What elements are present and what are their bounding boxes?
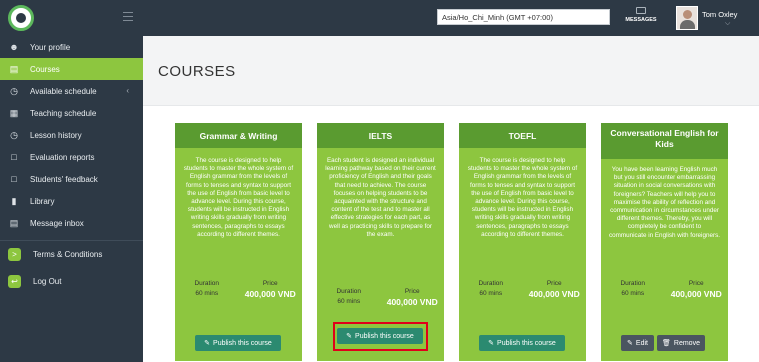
timezone-select[interactable]: Asia/Ho_Chi_Minh (GMT +07:00)	[437, 9, 610, 25]
sidebar-item-label: Courses	[30, 64, 60, 74]
price-label: Price	[404, 288, 420, 295]
button-label: Remove	[673, 339, 700, 347]
inbox-icon: ▤	[9, 217, 19, 228]
duration-label: Duration	[336, 288, 362, 295]
sidebar-item-logout[interactable]: ↩ Log Out	[0, 268, 143, 295]
sidebar-item-label: Evaluation reports	[30, 152, 95, 162]
duration-value: 60 mins	[337, 298, 361, 305]
sidebar-item-label: Library	[30, 196, 55, 206]
course-title: Conversational English for Kids	[601, 123, 728, 159]
logout-icon: ↩	[8, 275, 21, 288]
course-description: The course is designed to help students …	[183, 157, 294, 238]
course-meta: Duration 60 mins Price 400,000 VND	[459, 280, 586, 330]
sidebar-item-students-feedback[interactable]: □ Students' feedback	[0, 168, 143, 190]
duration-value: 60 mins	[195, 290, 219, 297]
duration-label: Duration	[478, 280, 504, 287]
clock-icon: ◷	[10, 85, 18, 96]
pencil-icon: ✎	[627, 340, 633, 347]
sidebar-item-your-profile[interactable]: ☻ Your profile	[0, 36, 143, 58]
course-description: Each student is designed an individual l…	[325, 157, 436, 238]
sidebar-item-library[interactable]: ▮ Library	[0, 190, 143, 212]
user-name[interactable]: Tom Oxley	[702, 10, 737, 19]
course-description: The course is designed to help students …	[467, 157, 578, 238]
terminal-icon: >	[8, 248, 21, 261]
price-value: 400,000 VND	[244, 289, 296, 299]
sidebar-item-label: Students' feedback	[30, 174, 98, 184]
course-meta: Duration 60 mins Price 400,000 VND	[601, 280, 728, 330]
price-label: Price	[546, 280, 562, 287]
duration-label: Duration	[194, 280, 220, 287]
course-title: IELTS	[317, 123, 444, 148]
pencil-icon: ✎	[488, 340, 495, 347]
calendar-icon: ▦	[9, 107, 19, 118]
course-card-toefl: TOEFL The course is designed to help stu…	[459, 123, 586, 361]
logo[interactable]	[8, 5, 34, 31]
course-title: Grammar & Writing	[175, 123, 302, 148]
course-card-ielts: IELTS Each student is designed an indivi…	[317, 123, 444, 361]
logo-area	[0, 0, 143, 36]
sidebar-item-label: Your profile	[30, 42, 71, 52]
feedback-icon: □	[11, 174, 17, 184]
chevron-down-icon[interactable]: ⌵	[725, 20, 730, 28]
sidebar-item-courses[interactable]: ▤ Courses	[0, 58, 143, 80]
button-label: Publish this course	[497, 339, 556, 347]
page-header: COURSES	[143, 36, 759, 106]
document-icon: □	[11, 152, 17, 162]
book-icon: ▤	[9, 63, 19, 74]
price-label: Price	[688, 280, 704, 287]
sidebar-item-lesson-history[interactable]: ◷ Lesson history	[0, 124, 143, 146]
messages-label: MESSAGES	[625, 17, 657, 23]
publish-course-button[interactable]: ✎ Publish this course	[195, 335, 281, 351]
course-card-kids: Conversational English for Kids You have…	[601, 123, 728, 361]
button-label: Publish this course	[213, 339, 272, 347]
course-card-grammar: Grammar & Writing The course is designed…	[175, 123, 302, 361]
remove-button[interactable]: 🗑 Remove	[657, 335, 705, 351]
duration-value: 60 mins	[479, 290, 503, 297]
price-label: Price	[262, 280, 278, 287]
messages-button[interactable]: MESSAGES	[621, 7, 661, 23]
trash-icon: 🗑	[662, 340, 671, 347]
sidebar-item-available-schedule[interactable]: ◷ Available schedule ‹	[0, 80, 143, 102]
hamburger-menu-icon[interactable]	[123, 12, 133, 21]
sidebar-nav: ☻ Your profile ▤ Courses ◷ Available sch…	[0, 36, 143, 295]
price-value: 400,000 VND	[528, 289, 580, 299]
history-icon: ◷	[10, 129, 18, 140]
sidebar-item-evaluation-reports[interactable]: □ Evaluation reports	[0, 146, 143, 168]
price-value: 400,000 VND	[670, 289, 722, 299]
sidebar-item-label: Available schedule	[30, 86, 97, 96]
duration-label: Duration	[620, 280, 646, 287]
publish-course-button[interactable]: ✎ Publish this course	[479, 335, 565, 351]
page-title: COURSES	[158, 63, 236, 80]
chevron-left-icon: ‹	[126, 86, 129, 95]
main-content: COURSES Grammar & Writing The course is …	[143, 36, 759, 362]
course-title: TOEFL	[459, 123, 586, 148]
button-label: Edit	[635, 339, 648, 347]
courses-grid: Grammar & Writing The course is designed…	[143, 107, 759, 362]
price-value: 400,000 VND	[386, 297, 438, 307]
sidebar-item-label: Lesson history	[30, 130, 82, 140]
user-icon: ☻	[9, 42, 19, 52]
duration-value: 60 mins	[621, 290, 645, 297]
highlight-box	[333, 322, 428, 351]
library-icon: ▮	[11, 195, 17, 206]
edit-button[interactable]: ✎ Edit	[621, 335, 654, 351]
course-meta: Duration 60 mins Price 400,000 VND	[175, 280, 302, 330]
sidebar-item-label: Terms & Conditions	[33, 250, 103, 259]
sidebar-item-label: Message inbox	[30, 218, 84, 228]
message-icon	[636, 7, 646, 14]
sidebar-item-teaching-schedule[interactable]: ▦ Teaching schedule	[0, 102, 143, 124]
topbar: Asia/Ho_Chi_Minh (GMT +07:00) MESSAGES T…	[143, 0, 759, 36]
sidebar: ☻ Your profile ▤ Courses ◷ Available sch…	[0, 0, 143, 362]
course-description: You have been learning English much but …	[609, 166, 720, 239]
avatar[interactable]	[676, 6, 698, 30]
sidebar-item-message-inbox[interactable]: ▤ Message inbox	[0, 212, 143, 234]
sidebar-item-label: Log Out	[33, 277, 62, 286]
sidebar-item-label: Teaching schedule	[30, 108, 97, 118]
sidebar-item-terms[interactable]: > Terms & Conditions	[0, 241, 143, 268]
pencil-icon: ✎	[204, 340, 211, 347]
